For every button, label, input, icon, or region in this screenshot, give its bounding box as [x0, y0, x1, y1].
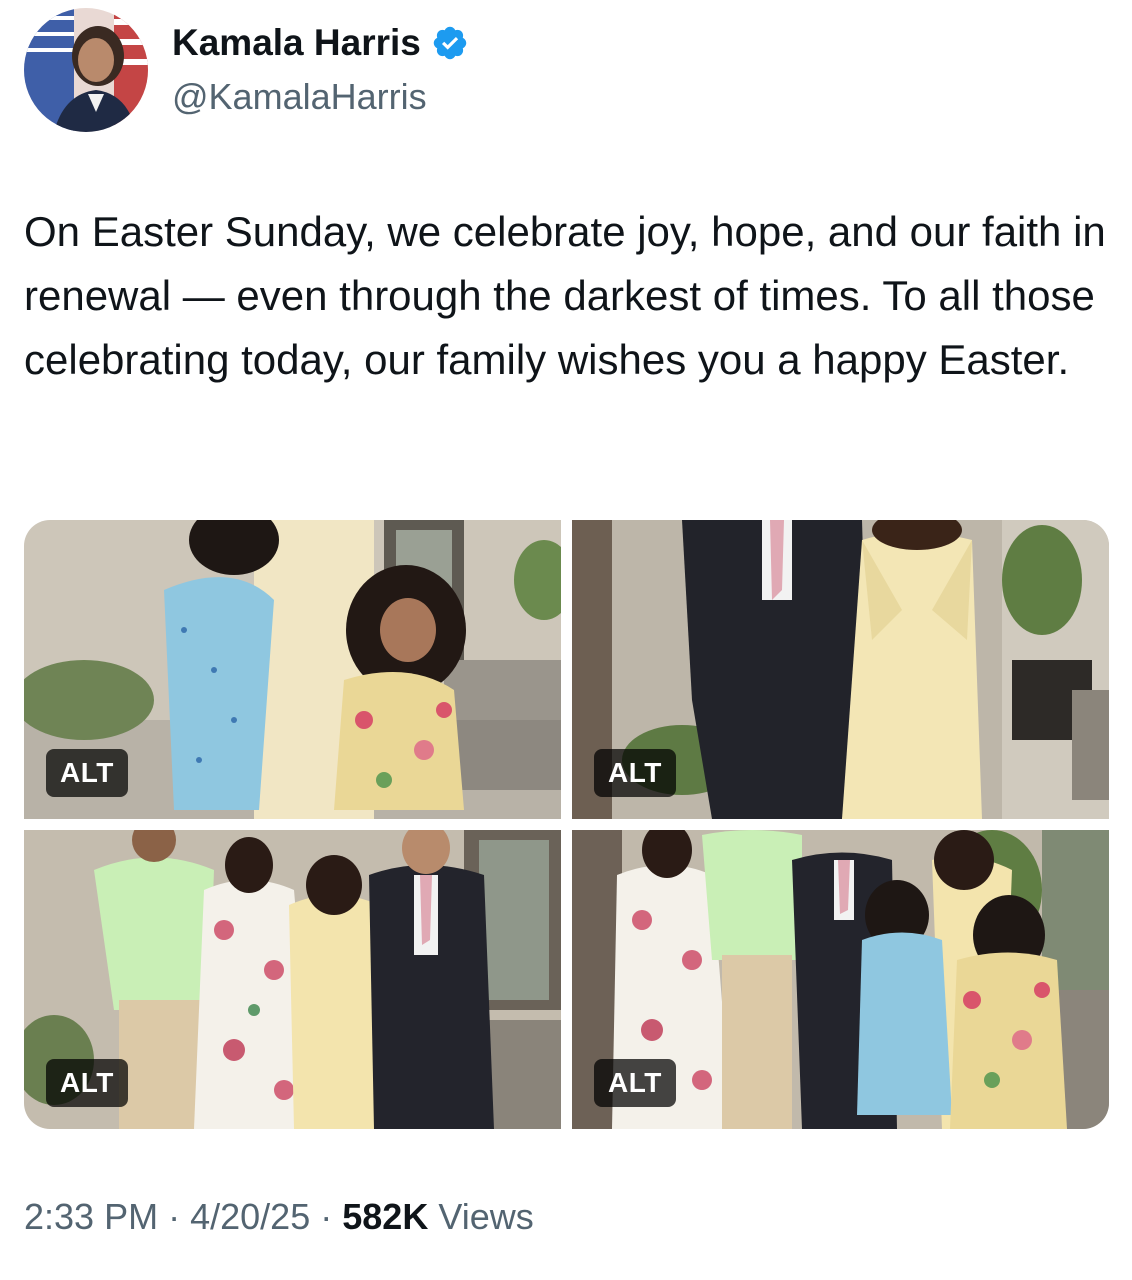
avatar[interactable] — [24, 8, 148, 132]
author-name[interactable]: Kamala Harris — [172, 22, 421, 64]
verified-badge-icon — [433, 26, 467, 60]
avatar-image — [24, 8, 148, 132]
alt-badge[interactable]: ALT — [46, 1059, 128, 1107]
tweet-text: On Easter Sunday, we celebrate joy, hope… — [24, 208, 1106, 383]
author-handle[interactable]: @KamalaHarris — [172, 76, 427, 118]
tweet-meta: 2:33 PM · 4/20/25 · 582K Views — [24, 1196, 534, 1238]
meta-separator: · — [320, 1196, 333, 1237]
photo-4[interactable]: ALT — [572, 830, 1109, 1129]
author-name-row[interactable]: Kamala Harris — [172, 22, 469, 64]
tweet-date[interactable]: 4/20/25 — [190, 1196, 310, 1237]
views-label[interactable]: Views — [438, 1196, 533, 1237]
alt-badge[interactable]: ALT — [594, 749, 676, 797]
alt-badge[interactable]: ALT — [46, 749, 128, 797]
alt-badge[interactable]: ALT — [594, 1059, 676, 1107]
photo-3[interactable]: ALT — [24, 830, 561, 1129]
views-count[interactable]: 582K — [342, 1196, 428, 1237]
media-grid: ALT ALT ALT ALT — [24, 520, 1109, 1129]
meta-separator: · — [168, 1196, 181, 1237]
photo-2[interactable]: ALT — [572, 520, 1109, 819]
photo-1[interactable]: ALT — [24, 520, 561, 819]
tweet-time[interactable]: 2:33 PM — [24, 1196, 158, 1237]
